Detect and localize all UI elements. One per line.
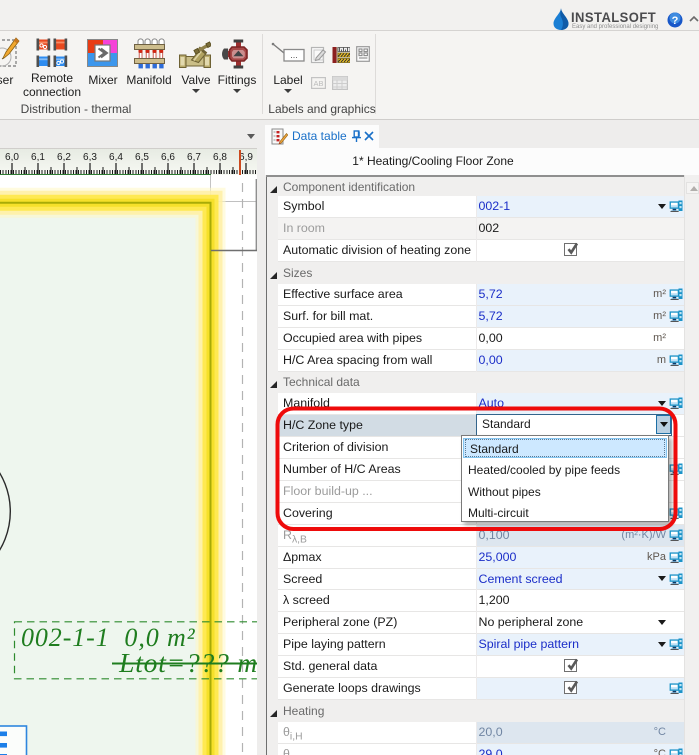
svg-text:AB: AB — [313, 79, 323, 88]
svg-text:?: ? — [672, 15, 679, 27]
svg-text:6,8: 6,8 — [213, 152, 227, 163]
svg-text:6,2: 6,2 — [57, 152, 71, 163]
svg-text:6,1: 6,1 — [31, 152, 45, 163]
svg-text:6,3: 6,3 — [83, 152, 97, 163]
svg-text:...: ... — [290, 50, 298, 60]
svg-text:6,5: 6,5 — [135, 152, 149, 163]
svg-text:6,0: 6,0 — [5, 152, 19, 163]
svg-text:6,6: 6,6 — [161, 152, 175, 163]
svg-text:6,7: 6,7 — [187, 152, 201, 163]
svg-text:6,9: 6,9 — [239, 152, 253, 163]
svg-text:6,4: 6,4 — [109, 152, 123, 163]
